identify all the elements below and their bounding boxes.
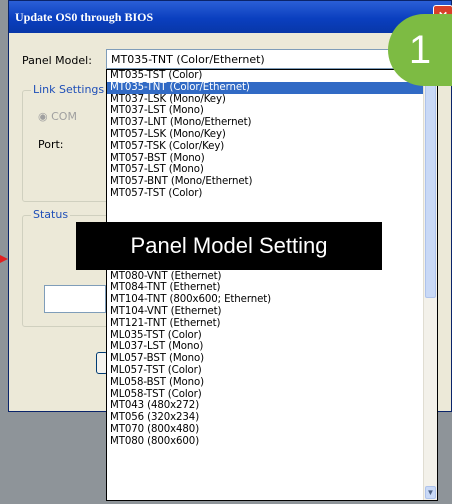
panel-model-label: Panel Model:: [22, 54, 92, 67]
dropdown-option[interactable]: ML057-TST (Color): [107, 365, 425, 377]
dropdown-option[interactable]: MT080-VNT (Ethernet): [107, 271, 425, 283]
dropdown-option[interactable]: MT057-LSK (Mono/Key): [107, 129, 425, 141]
step-number-badge: 1: [388, 14, 452, 86]
com-radio[interactable]: ◉ COM: [38, 110, 77, 123]
panel-model-value: MT035-TNT (Color/Ethernet): [111, 53, 265, 66]
dropdown-option[interactable]: MT057-BNT (Mono/Ethernet): [107, 176, 425, 188]
dropdown-scrollbar[interactable]: ▼: [423, 70, 437, 500]
dropdown-option[interactable]: ML058-BST (Mono): [107, 377, 425, 389]
dropdown-option[interactable]: MT035-TST (Color): [107, 70, 425, 82]
dropdown-option[interactable]: MT070 (800x480): [107, 424, 425, 436]
status-field: [44, 285, 106, 313]
link-settings-title: Link Settings: [31, 83, 107, 96]
dropdown-option[interactable]: [107, 200, 425, 212]
dropdown-option[interactable]: ML037-LST (Mono): [107, 341, 425, 353]
dropdown-option[interactable]: MT057-LST (Mono): [107, 164, 425, 176]
dropdown-option[interactable]: MT037-LST (Mono): [107, 105, 425, 117]
dropdown-option[interactable]: MT057-BST (Mono): [107, 153, 425, 165]
dropdown-option[interactable]: MT056 (320x234): [107, 412, 425, 424]
dropdown-option[interactable]: MT080 (800x600): [107, 436, 425, 448]
callout-arrow-icon: [0, 255, 8, 263]
window-title: Update OS0 through BIOS: [15, 10, 154, 24]
dropdown-option[interactable]: MT104-VNT (Ethernet): [107, 306, 425, 318]
dropdown-option[interactable]: MT043 (480x272): [107, 400, 425, 412]
com-radio-label: COM: [51, 110, 77, 123]
dropdown-option[interactable]: MT121-TNT (Ethernet): [107, 318, 425, 330]
dropdown-option[interactable]: MT035-TNT (Color/Ethernet): [107, 81, 425, 94]
dropdown-option[interactable]: MT057-TSK (Color/Key): [107, 141, 425, 153]
panel-model-dropdown-list[interactable]: MT035-TST (Color) MT035-TNT (Color/Ethern…: [106, 69, 438, 501]
panel-model-select[interactable]: MT035-TNT (Color/Ethernet): [106, 49, 396, 69]
scroll-thumb[interactable]: [425, 72, 436, 298]
panel-model-setting-callout: Panel Model Setting: [76, 222, 382, 270]
dropdown-option[interactable]: MT037-LSK (Mono/Key): [107, 94, 425, 106]
dropdown-option[interactable]: ML035-TST (Color): [107, 330, 425, 342]
dropdown-option[interactable]: MT084-TNT (Ethernet): [107, 282, 425, 294]
dropdown-option[interactable]: ML057-BST (Mono): [107, 353, 425, 365]
dropdown-option[interactable]: MT057-TST (Color): [107, 188, 425, 200]
scroll-down-icon[interactable]: ▼: [425, 486, 436, 499]
status-title: Status: [31, 208, 71, 221]
port-label: Port:: [38, 138, 64, 151]
title-bar: Update OS0 through BIOS ✕: [9, 1, 452, 33]
dropdown-option[interactable]: MT037-LNT (Mono/Ethernet): [107, 117, 425, 129]
dropdown-option[interactable]: ML058-TST (Color): [107, 389, 425, 401]
dropdown-option[interactable]: MT104-TNT (800x600; Ethernet): [107, 294, 425, 306]
